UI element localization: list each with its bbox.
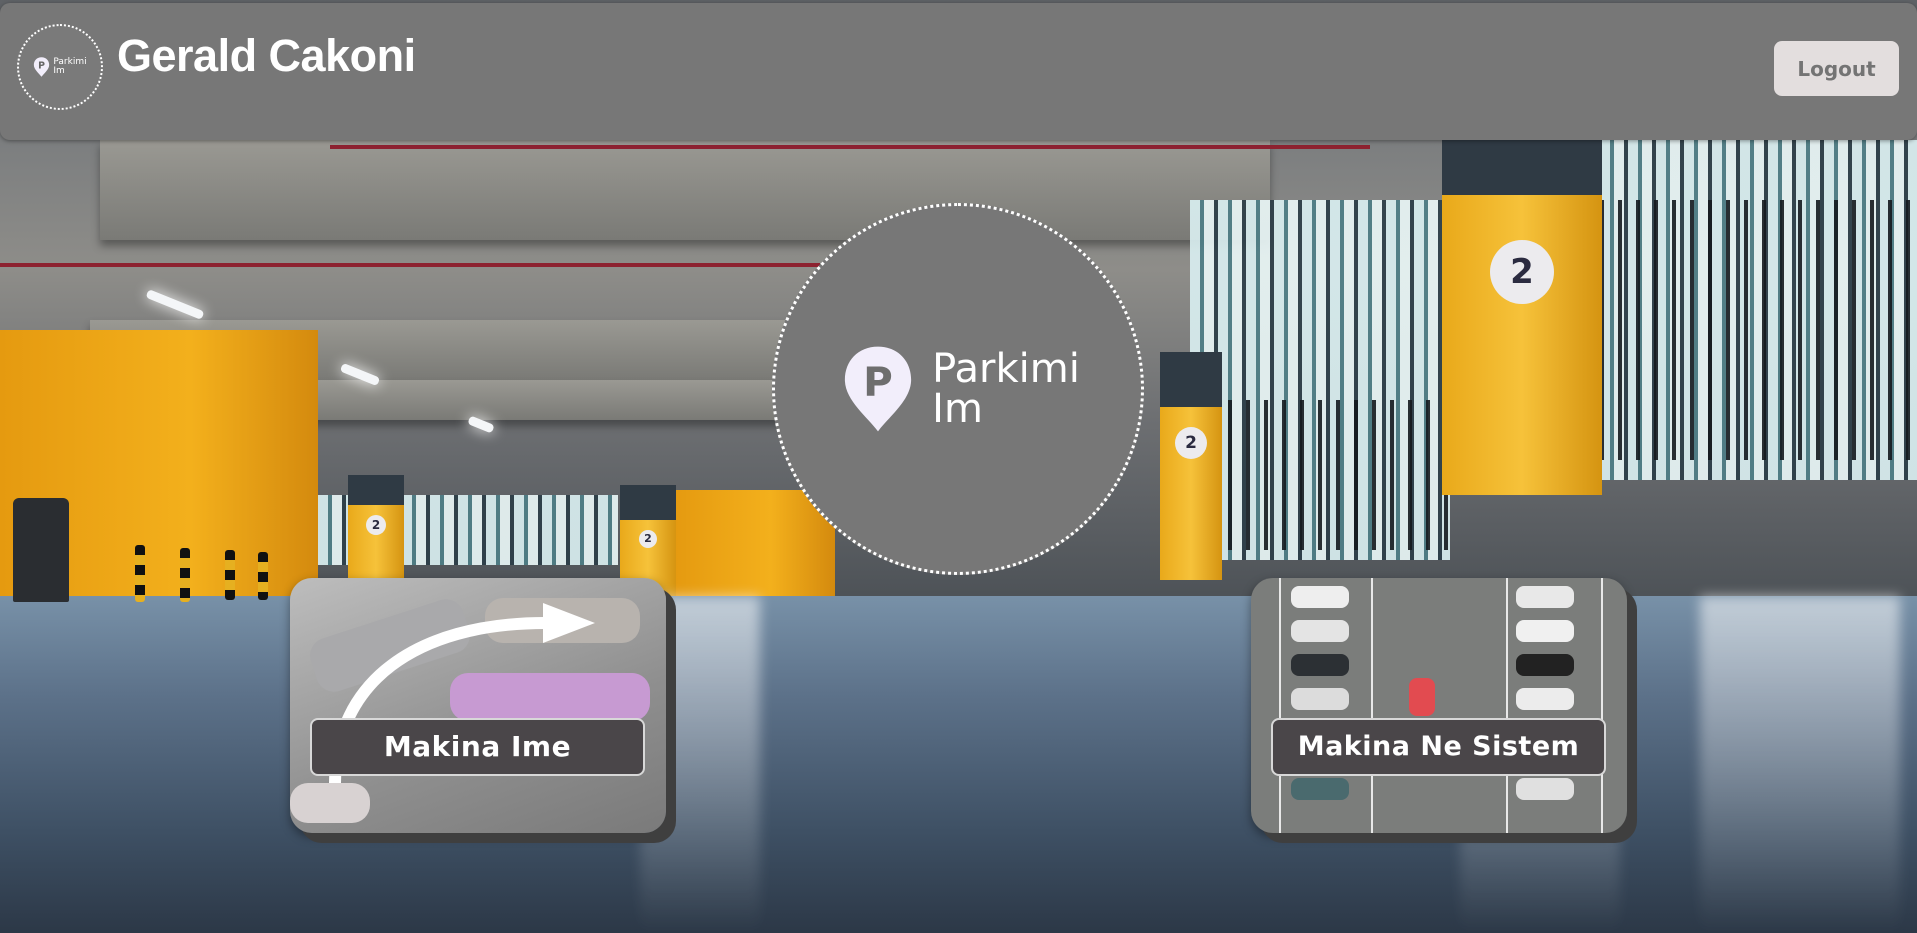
- parked-car: [1291, 620, 1349, 642]
- brand-line-1: Parkimi: [932, 346, 1080, 392]
- bollard: [135, 545, 145, 602]
- lot-line: [1279, 578, 1281, 833]
- user-name-title: Gerald Cakoni: [117, 30, 416, 81]
- car-image: [290, 783, 370, 823]
- parked-car: [1516, 586, 1574, 608]
- my-car-label: Makina Ime: [310, 718, 645, 776]
- bollard: [180, 548, 190, 602]
- parked-car: [1516, 778, 1574, 800]
- cars-in-system-card[interactable]: Makina Ne Sistem: [1251, 578, 1627, 833]
- railing: [1600, 200, 1917, 460]
- parking-pin-icon: P: [34, 57, 50, 77]
- svg-text:P: P: [38, 60, 45, 71]
- svg-text:P: P: [863, 357, 893, 405]
- center-brand-text: Parkimi Im: [932, 349, 1080, 429]
- bollard: [258, 552, 268, 600]
- ceiling-beam: [100, 140, 1270, 240]
- trash-bin: [13, 498, 69, 602]
- my-car-card[interactable]: Makina Ime: [290, 578, 666, 833]
- pillar-number: 2: [1490, 240, 1554, 304]
- bollard: [225, 550, 235, 600]
- pillar-number: 2: [366, 515, 386, 535]
- header-logo[interactable]: P Parkimi Im: [17, 24, 103, 110]
- pillar-number: 2: [1175, 427, 1207, 459]
- parked-car: [1516, 688, 1574, 710]
- parked-car: [1291, 654, 1349, 676]
- parking-pin-icon: P: [845, 346, 912, 432]
- lot-line: [1506, 578, 1508, 833]
- brand-line-2: Im: [932, 386, 983, 432]
- parked-car: [1291, 778, 1349, 800]
- parked-car: [1516, 654, 1574, 676]
- ceiling-pipe: [0, 263, 820, 267]
- top-header: P Parkimi Im Gerald Cakoni Logout: [0, 3, 1917, 140]
- yellow-wall: [675, 490, 835, 600]
- railing: [1210, 400, 1450, 550]
- floor-reflection: [1700, 596, 1900, 933]
- highlighted-car: [1409, 678, 1435, 716]
- lot-line: [1371, 578, 1373, 833]
- cars-in-system-label: Makina Ne Sistem: [1271, 718, 1606, 776]
- parked-car: [1516, 620, 1574, 642]
- ceiling-beam: [230, 380, 850, 420]
- ceiling-pipe: [330, 145, 1370, 149]
- garage-floor: [0, 596, 1917, 933]
- pillar-main: 2: [1442, 140, 1602, 580]
- logout-button[interactable]: Logout: [1774, 41, 1899, 96]
- parked-car: [1291, 688, 1349, 710]
- lot-line: [1601, 578, 1603, 833]
- header-logo-text: Parkimi Im: [53, 58, 86, 76]
- center-brand-logo: P Parkimi Im: [772, 203, 1144, 575]
- pillar-number: 2: [639, 530, 657, 548]
- pillar-p14: 2: [1160, 352, 1222, 580]
- brand-line-2: Im: [53, 66, 65, 76]
- parked-car: [1291, 586, 1349, 608]
